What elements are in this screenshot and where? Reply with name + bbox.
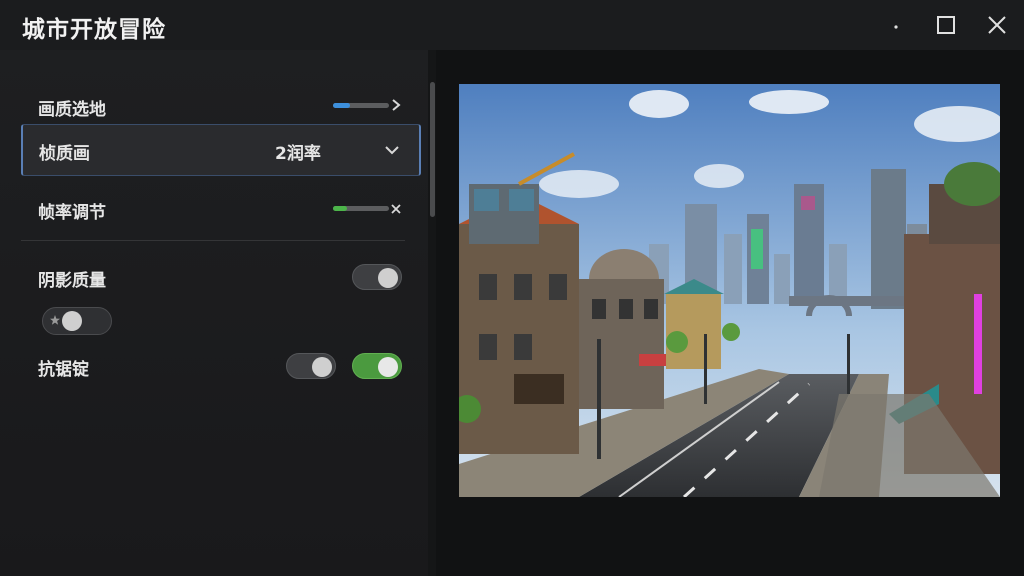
frame-rate-slider-fill	[333, 206, 347, 211]
close-icon	[985, 13, 1009, 37]
toggle-knob	[62, 311, 82, 331]
quality-preset-label: 画质选地	[38, 100, 106, 120]
shadow-quality-toggle[interactable]	[352, 264, 402, 290]
star-icon	[49, 314, 61, 326]
quality-preset-slider[interactable]	[333, 103, 389, 108]
maximize-button[interactable]	[934, 13, 958, 37]
toggle-knob	[378, 357, 398, 377]
maximize-icon	[934, 13, 958, 37]
texture-quality-value: 2润率	[275, 144, 321, 164]
chevron-right-icon[interactable]	[389, 98, 403, 112]
minimize-button[interactable]	[884, 13, 908, 37]
chevron-down-icon	[383, 141, 401, 159]
toggle-knob	[312, 357, 332, 377]
graphics-preview-image	[459, 84, 1000, 497]
shadow-detail-toggle[interactable]	[42, 307, 112, 335]
quality-preset-slider-fill	[333, 103, 350, 108]
texture-quality-dropdown[interactable]: 桢质画 2润率	[21, 124, 421, 176]
texture-quality-label: 桢质画	[39, 144, 90, 164]
title-bar: 城市开放冒险	[0, 0, 1024, 50]
anti-aliasing-toggle-a[interactable]	[286, 353, 336, 379]
anti-aliasing-label: 抗锯锭	[38, 360, 89, 380]
section-divider	[21, 240, 405, 241]
frame-rate-slider[interactable]	[333, 206, 389, 211]
close-button[interactable]	[985, 13, 1009, 37]
app-title: 城市开放冒险	[22, 17, 166, 43]
x-icon[interactable]	[389, 202, 403, 216]
shadow-quality-label: 阴影质量	[38, 271, 106, 291]
toggle-knob	[378, 268, 398, 288]
settings-scrollbar[interactable]	[430, 82, 435, 217]
anti-aliasing-toggle-b[interactable]	[352, 353, 402, 379]
minimize-icon	[884, 13, 908, 37]
frame-rate-label: 帧率调节	[38, 203, 106, 223]
